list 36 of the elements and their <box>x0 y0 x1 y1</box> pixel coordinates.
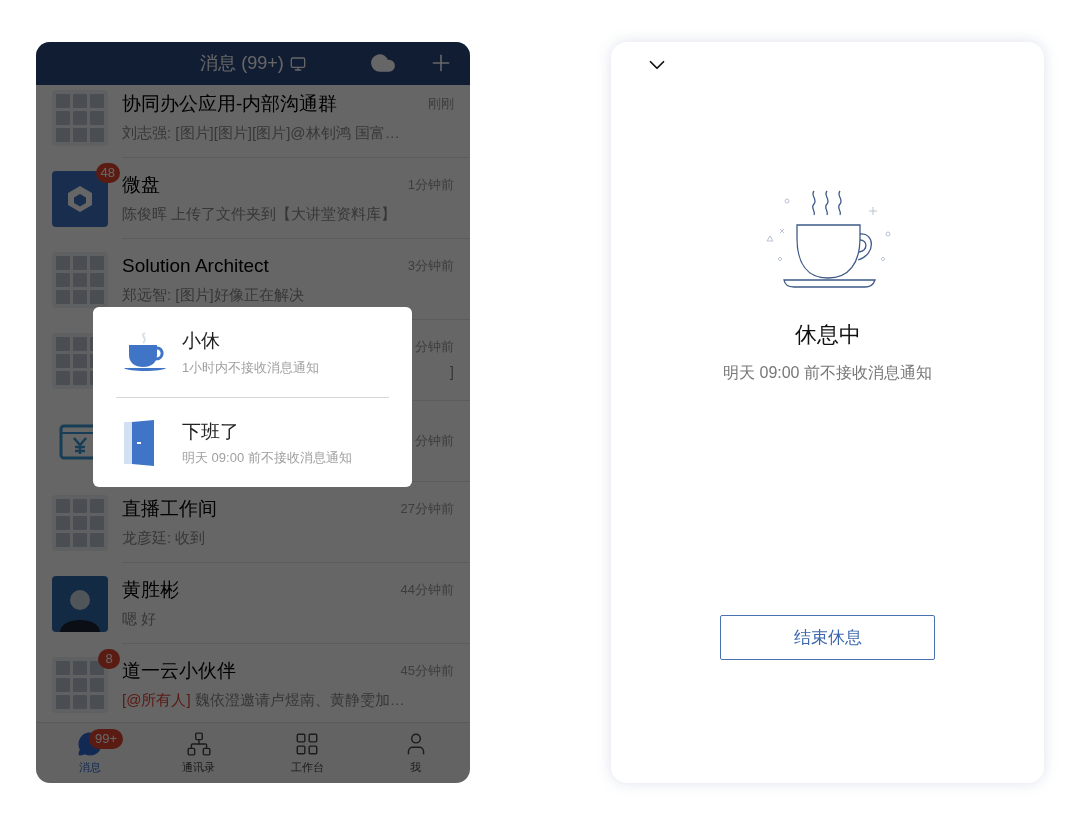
conversation-title: 微盘 <box>122 172 160 197</box>
tab-label: 工作台 <box>290 759 324 775</box>
unread-badge: 48 <box>95 162 120 183</box>
tab-item[interactable]: 通讯录 <box>144 723 253 783</box>
tab-item[interactable]: 消息 99+ <box>36 723 145 783</box>
unread-badge: 8 <box>98 648 120 669</box>
coffee-cup-icon <box>123 331 167 373</box>
group-avatar <box>52 251 108 308</box>
group-avatar <box>52 656 108 713</box>
option-title: 下班了 <box>182 419 240 444</box>
conversation-title: 黄胜彬 <box>122 577 179 602</box>
screen-title: 消息 (99+) <box>200 52 284 75</box>
option-subtitle: 1小时内不接收消息通知 <box>182 358 320 377</box>
conversation-title: 道一云小伙伴 <box>122 658 236 683</box>
tab-item[interactable]: 我 <box>361 723 470 783</box>
group-avatar <box>52 494 108 551</box>
option-title: 小休 <box>182 329 221 353</box>
org-chart-icon <box>185 730 212 757</box>
conversation-title: 协同办公应用-内部沟通群 <box>122 91 338 116</box>
tab-label: 消息 <box>79 759 102 775</box>
rest-title: 休息中 <box>794 321 861 349</box>
status-option[interactable]: 下班了 明天 09:00 前不接收消息通知 <box>116 397 389 487</box>
rest-subtitle: 明天 09:00 前不接收消息通知 <box>723 363 932 383</box>
tab-item[interactable]: 工作台 <box>253 723 362 783</box>
tab-label: 通讯录 <box>182 759 216 775</box>
message-preview: ] <box>449 361 454 382</box>
status-option[interactable]: 小休 1小时内不接收消息通知 <box>116 307 389 397</box>
person-avatar <box>52 575 108 632</box>
end-rest-button[interactable]: 结束休息 <box>720 615 935 660</box>
tab-label: 我 <box>410 759 422 775</box>
option-subtitle: 明天 09:00 前不接收消息通知 <box>182 449 352 467</box>
unread-badge: 99+ <box>89 729 124 749</box>
monitor-icon <box>289 55 306 72</box>
conversation-title: Solution Architect <box>122 253 269 278</box>
conversation-title: 直播工作间 <box>122 496 217 521</box>
group-avatar <box>52 89 108 146</box>
